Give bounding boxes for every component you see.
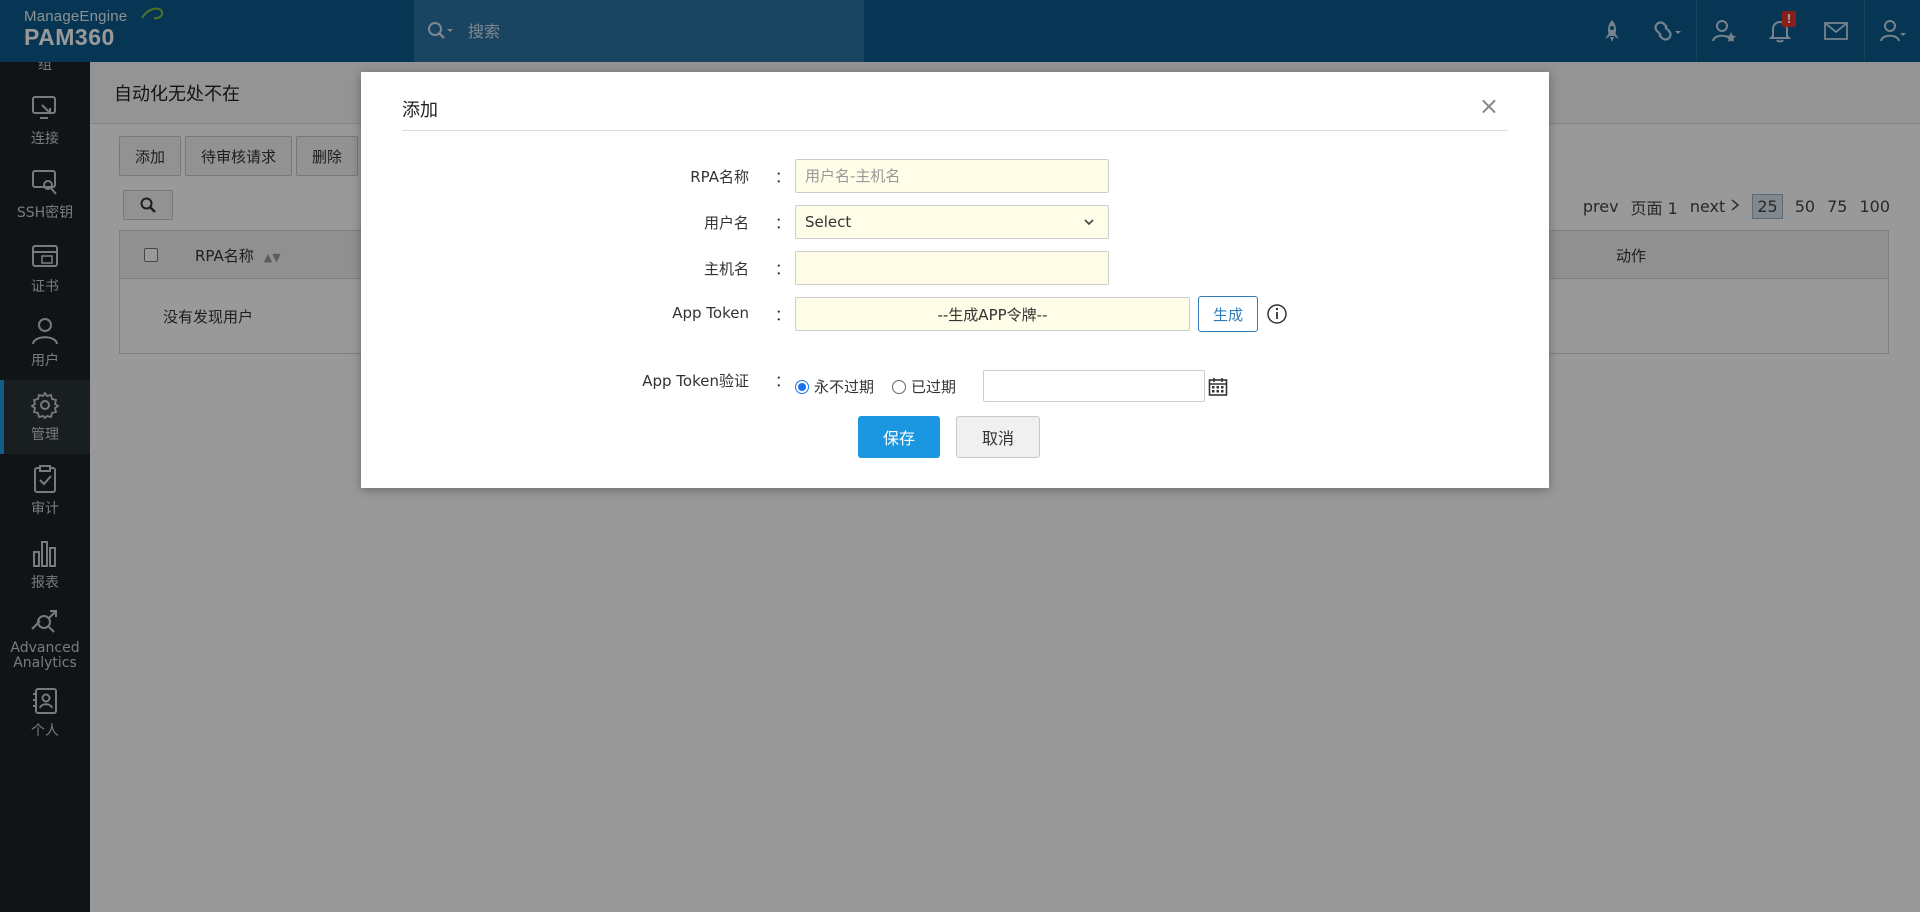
close-icon[interactable]: × [1479, 94, 1499, 118]
expired-radio[interactable] [892, 379, 907, 394]
colon: ： [775, 372, 791, 390]
validity-radio-group: 永不过期 已过期 [795, 376, 974, 397]
chevron-down-icon [1084, 219, 1094, 226]
app-token-field[interactable]: --生成APP令牌-- [795, 297, 1190, 331]
never-expire-label[interactable]: 永不过期 [814, 376, 874, 397]
form-row-app-token: App Token ： --生成APP令牌-- 生成 [361, 296, 1549, 333]
rpa-name-label: RPA名称 [690, 168, 749, 186]
colon: ： [775, 168, 791, 186]
rpa-name-input[interactable] [805, 160, 1108, 192]
form-row-token-validity: App Token验证 ： 永不过期 已过期 [361, 370, 1549, 406]
username-select[interactable]: Select [795, 205, 1109, 239]
app-token-label: App Token [672, 304, 749, 322]
calendar-icon[interactable] [1208, 377, 1228, 397]
colon: ： [775, 214, 791, 232]
expired-label[interactable]: 已过期 [911, 376, 956, 397]
save-button[interactable]: 保存 [858, 416, 940, 458]
form-row-hostname: 主机名 ： [361, 251, 1549, 287]
never-expire-radio[interactable] [795, 379, 809, 394]
cancel-button[interactable]: 取消 [956, 416, 1040, 458]
app-token-value: --生成APP令牌-- [937, 305, 1048, 324]
colon: ： [775, 306, 791, 324]
form-row-rpa-name: RPA名称 ： [361, 159, 1549, 195]
generate-token-button[interactable]: 生成 [1198, 296, 1258, 332]
rpa-name-field[interactable] [795, 159, 1109, 193]
username-label: 用户名 [703, 214, 749, 232]
form-row-username: 用户名 ： Select [361, 205, 1549, 241]
hostname-input[interactable] [805, 252, 1108, 284]
hostname-label: 主机名 [703, 260, 749, 278]
username-selected-value: Select [805, 213, 852, 231]
add-rpa-dialog: 添加 × RPA名称 ： 用户名 ： Select 主机名 ： App Toke… [361, 72, 1549, 488]
token-validity-label: App Token验证 [642, 372, 749, 390]
colon: ： [775, 260, 791, 278]
hostname-field[interactable] [795, 251, 1109, 285]
expiry-date-input[interactable] [983, 370, 1205, 402]
dialog-divider [402, 130, 1508, 131]
dialog-title: 添加 [402, 100, 438, 121]
info-icon[interactable] [1266, 303, 1288, 325]
